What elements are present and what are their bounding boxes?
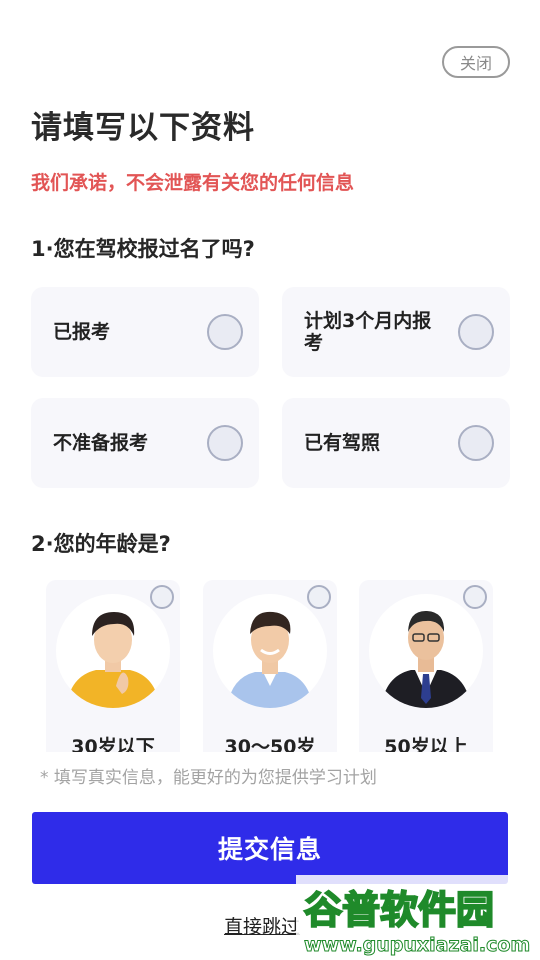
option-label: 不准备报考 — [53, 432, 149, 454]
avatar-man-blue-shirt-icon — [213, 594, 327, 708]
radio-icon[interactable] — [150, 585, 174, 609]
radio-icon[interactable] — [463, 585, 487, 609]
hint-text: * 填写真实信息，能更好的为您提供学习计划 — [40, 768, 377, 788]
age-option-under-30[interactable]: 30岁以下 — [46, 580, 180, 752]
radio-icon[interactable] — [207, 425, 243, 461]
age-option-over-50[interactable]: 50岁以上 — [359, 580, 493, 752]
option-not-planning[interactable]: 不准备报考 — [31, 398, 259, 488]
page-title: 请填写以下资料 — [31, 110, 255, 146]
age-label: 30岁以下 — [71, 736, 155, 752]
avatar-young-man-icon — [56, 594, 170, 708]
submit-button[interactable]: 提交信息 — [32, 812, 508, 884]
watermark-name: 谷普软件园 — [304, 888, 494, 932]
age-options: 30岁以下 30～50岁 50岁以上 — [0, 580, 540, 752]
age-label: 30～50岁 — [224, 736, 316, 752]
privacy-promise: 我们承诺，不会泄露有关您的任何信息 — [31, 172, 355, 194]
option-label: 已有驾照 — [304, 432, 381, 454]
watermark-url: www.gupuxiazai.com — [304, 934, 530, 956]
question-1-label: 1·您在驾校报过名了吗? — [31, 237, 255, 261]
option-label: 计划3个月内报考 — [304, 310, 432, 354]
radio-icon[interactable] — [207, 314, 243, 350]
option-label: 已报考 — [53, 321, 111, 343]
skip-link[interactable]: 直接跳过 — [224, 912, 300, 939]
question-2-label: 2·您的年龄是? — [31, 532, 171, 556]
watermark-logo: 谷普软件园 www.gupuxiazai.com — [296, 875, 540, 960]
age-option-30-50[interactable]: 30～50岁 — [203, 580, 337, 752]
close-button[interactable]: 关闭 — [442, 46, 510, 78]
option-registered[interactable]: 已报考 — [31, 287, 259, 377]
age-label: 50岁以上 — [384, 736, 468, 752]
option-has-license[interactable]: 已有驾照 — [282, 398, 510, 488]
radio-icon[interactable] — [307, 585, 331, 609]
radio-icon[interactable] — [458, 314, 494, 350]
radio-icon[interactable] — [458, 425, 494, 461]
avatar-man-in-suit-icon — [369, 594, 483, 708]
option-plan-3-months[interactable]: 计划3个月内报考 — [282, 287, 510, 377]
